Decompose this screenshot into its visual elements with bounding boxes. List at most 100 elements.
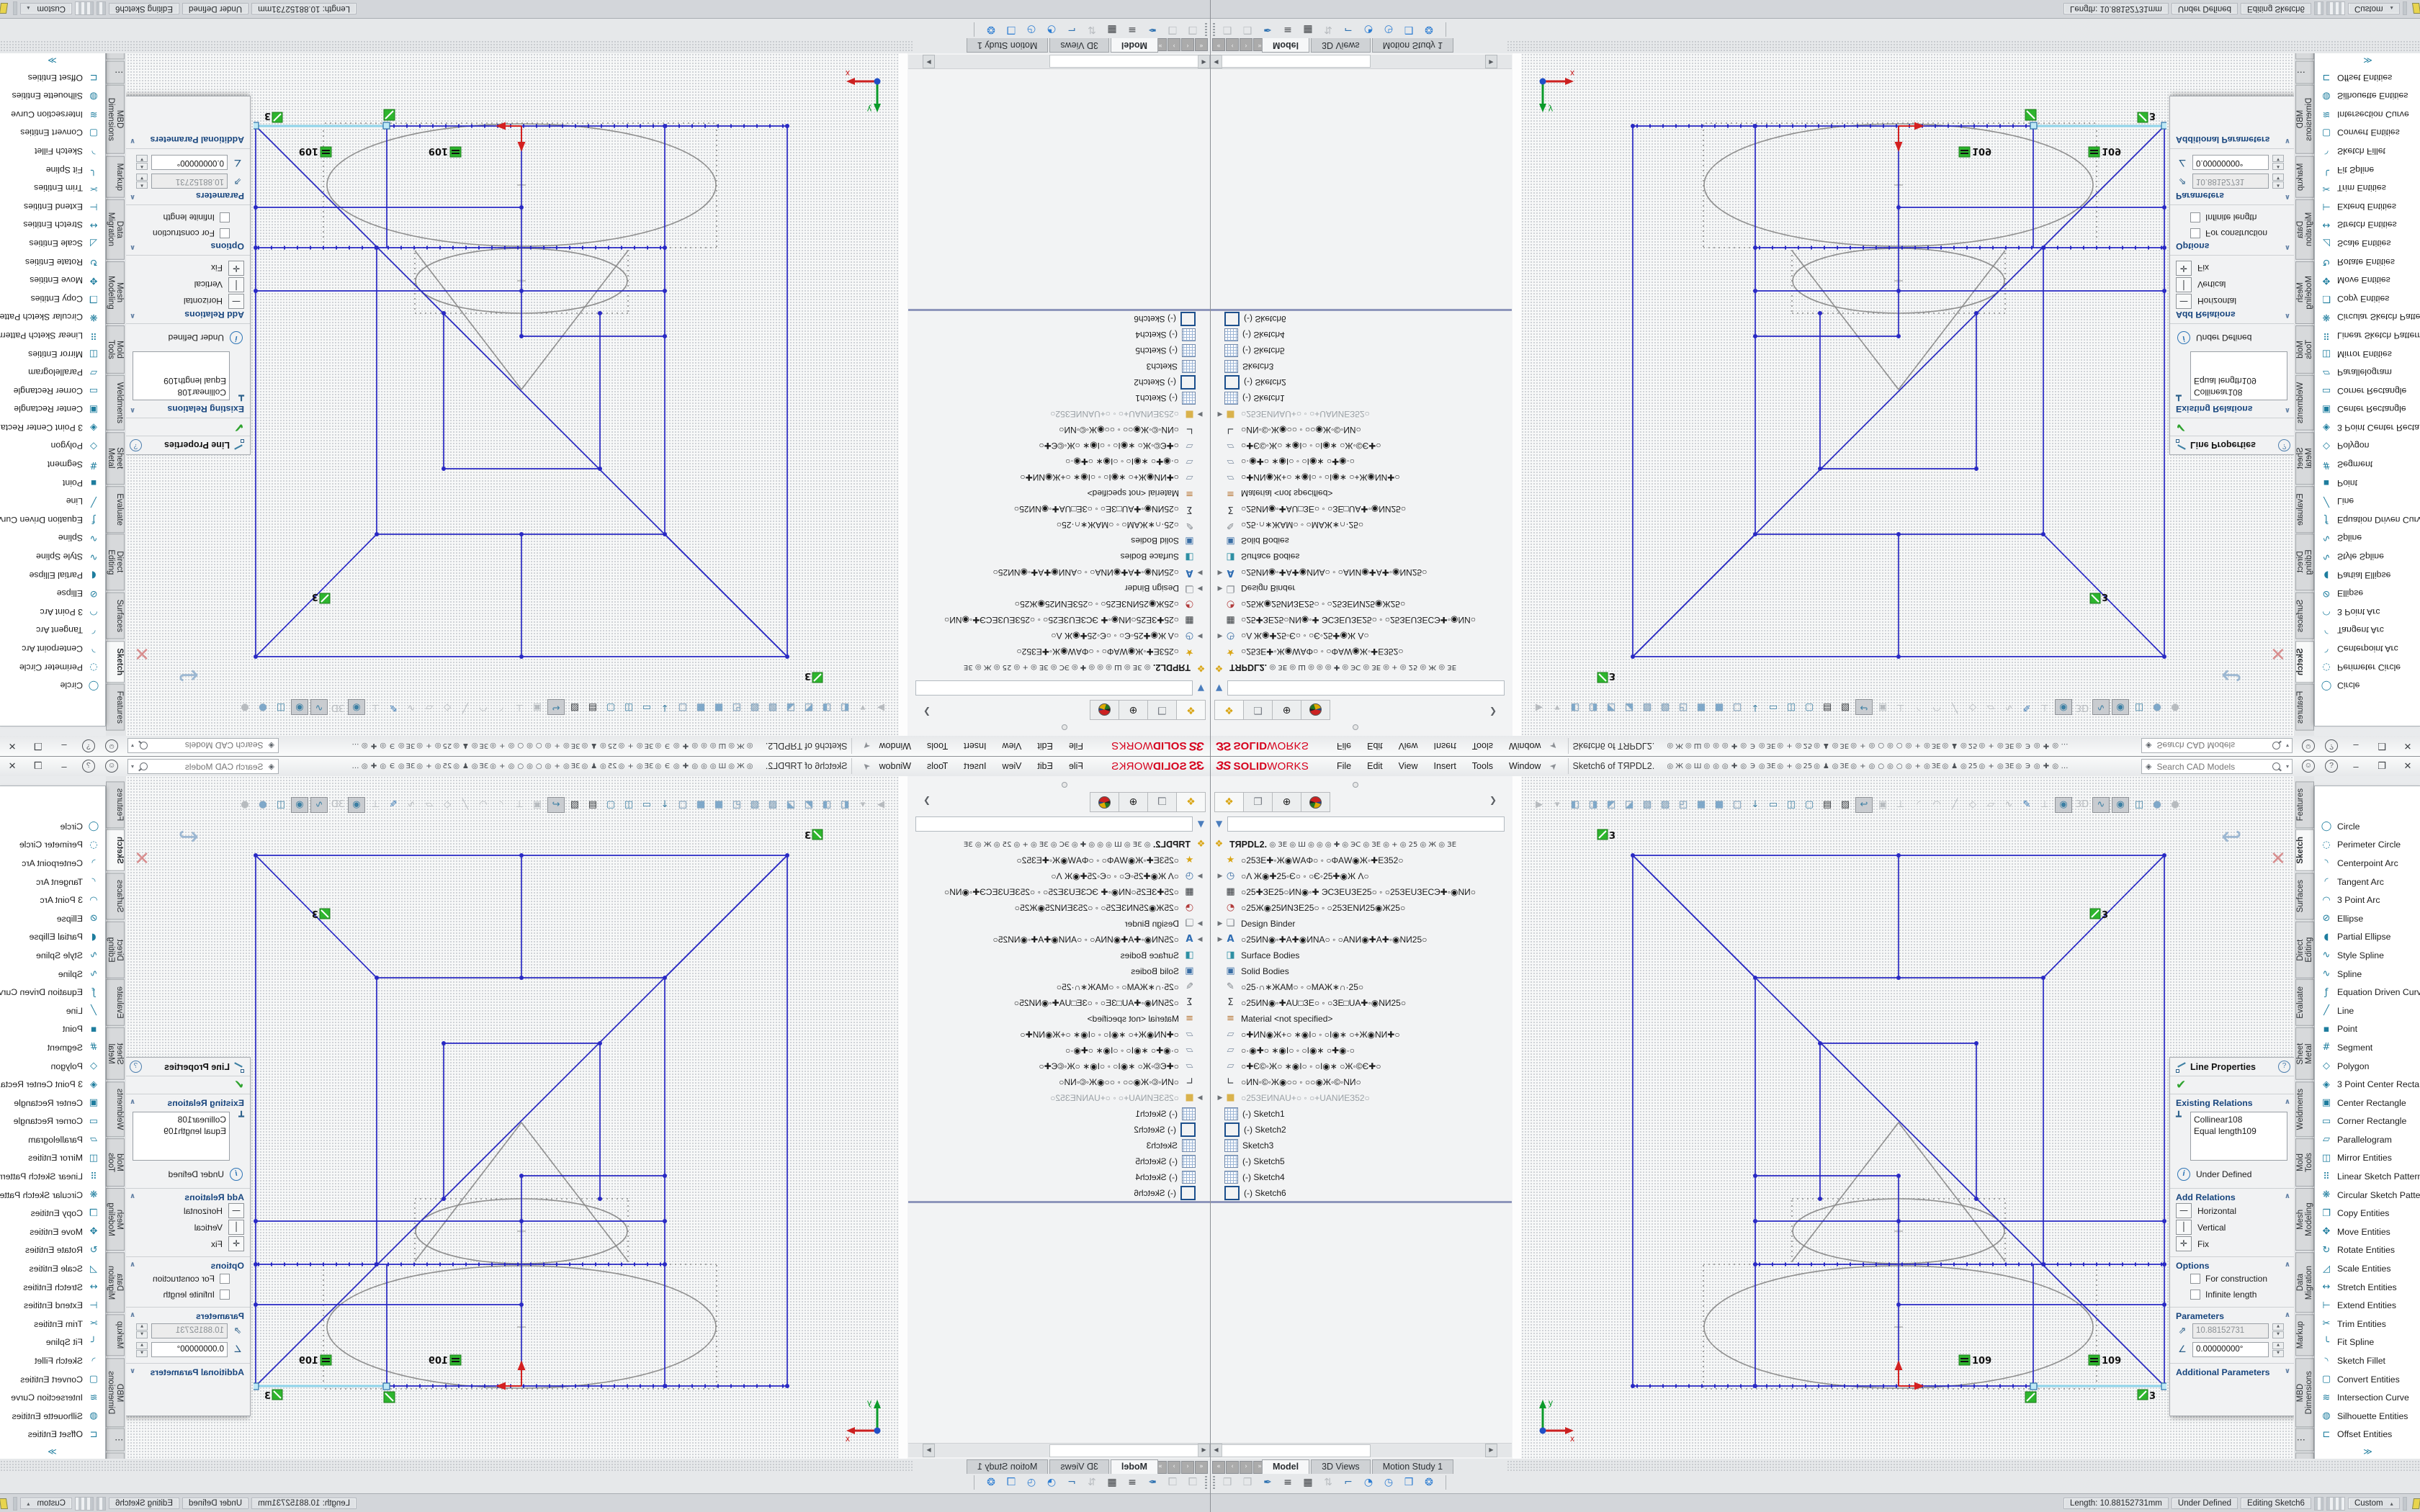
command-tab[interactable]: ⋮ — [106, 61, 125, 84]
tree-item[interactable]: ▶ ❏ Design Binder — [1210, 916, 1511, 932]
toolbar-icon[interactable]: Ш — [718, 742, 727, 750]
toolbar-icon[interactable]: ◎ — [434, 742, 443, 750]
tree-item[interactable]: Σ ○25ИN◉◦✚АU□ЗЕ○ ◦ ○ЗЕ□UА✚◦◉NИ25○ — [1210, 995, 1511, 1011]
toolbar-icon[interactable]: ◎ — [1922, 762, 1932, 770]
tree-item[interactable]: ▶ ◷ ○Λ Ж◉✚25◦Є○ ◦ ○Є◦25✚◉Ж Λ○ — [909, 868, 1210, 884]
tree-item[interactable]: ▶ ◷ ○Λ Ж◉✚25◦Є○ ◦ ○Є◦25✚◉Ж Λ○ — [1210, 868, 1511, 884]
panel-splitter-handle[interactable] — [1210, 720, 1512, 736]
pin-icon[interactable]: ➤ — [860, 760, 872, 772]
scrollbar-thumb[interactable] — [1222, 55, 1371, 68]
more-tools-icon[interactable]: ≫ — [0, 1446, 105, 1457]
tool-menu-item[interactable]: ◈ 3 Point Center Recta... — [0, 418, 105, 437]
length-field[interactable]: 10.88152731 — [2192, 1323, 2269, 1338]
toolbar-icon[interactable]: + — [552, 742, 562, 750]
tree-item[interactable]: (-) Sketch4 — [909, 327, 1210, 343]
command-tab[interactable]: Direct Editing — [106, 534, 125, 591]
add-relation-button[interactable]: ✛ Fix — [130, 260, 244, 276]
panel-expand-icon[interactable]: ❯ — [1489, 707, 1497, 717]
toolbar-icon[interactable]: ✚ — [681, 742, 691, 750]
toolbar-icon[interactable]: ЗЕ — [1932, 742, 1941, 750]
tool-menu-item[interactable]: ◍ Silhouette Entities — [0, 86, 105, 105]
panel-expand-icon[interactable]: ❯ — [1489, 795, 1497, 805]
toolbar-icon[interactable]: ◎ — [690, 742, 699, 750]
tool-menu-item[interactable]: ▪ Point — [2315, 1020, 2420, 1039]
toolbar-icon[interactable]: ◎ — [1794, 742, 1803, 750]
bottom-toolbar-icon[interactable]: ⌐ — [1064, 1477, 1080, 1488]
toolbar-icon[interactable]: ◎ — [1775, 762, 1785, 770]
bottom-toolbar-icon[interactable]: ✒ — [1144, 24, 1160, 35]
menu-item[interactable]: View — [1391, 737, 1426, 756]
toolbar-icon[interactable]: ◎ — [1849, 762, 1858, 770]
toolbar-icon[interactable]: ◎ — [1959, 742, 1968, 750]
menu-item[interactable]: View — [994, 757, 1029, 776]
toolbar-icon[interactable]: + — [552, 762, 562, 770]
bottom-toolbar-icon[interactable]: ⇅ — [1084, 24, 1100, 35]
bottom-toolbar-icon[interactable]: ≡ — [1280, 24, 1296, 35]
tool-menu-item[interactable]: ✥ Move Entities — [0, 271, 105, 289]
toolbar-icon[interactable]: 25 — [1803, 742, 1813, 750]
section-parameters[interactable]: Parameters∧ — [130, 1311, 244, 1321]
command-tab[interactable]: Data Migration — [2295, 199, 2314, 260]
bottom-toolbar-icon[interactable]: ❒ — [1240, 1477, 1255, 1488]
tree-item[interactable]: (-) Sketch1 — [909, 1106, 1210, 1122]
menu-item[interactable]: Edit — [1029, 757, 1061, 776]
tab-nav-button[interactable]: ‹ — [1181, 1461, 1194, 1474]
help-icon[interactable]: ? — [2278, 1061, 2290, 1073]
menu-item[interactable]: Window — [1501, 737, 1549, 756]
tool-menu-item[interactable]: ◜ Tangent Arc — [2315, 621, 2420, 640]
toolbar-icon[interactable]: Э — [663, 762, 672, 770]
toolbar-icon[interactable]: ◎ — [581, 762, 590, 770]
tree-root[interactable]: ❖ TЯPDL2. ◎ ЗЕ ◎ Ш ◎ ◎ ◎ ✚ ◎ ЭС ◎ ЗЕ ◎ +… — [1210, 837, 1511, 852]
tree-item[interactable]: ≡ Material <not specified> — [1210, 1011, 1511, 1027]
toolbar-icon[interactable]: ♟ — [1821, 762, 1831, 770]
scroll-right-icon[interactable]: ▶ — [923, 1444, 935, 1457]
section-options[interactable]: Options∧ — [2176, 1261, 2290, 1271]
tool-menu-item[interactable]: ∿ Spline — [0, 965, 105, 984]
help-icon[interactable]: ? — [2325, 739, 2338, 752]
bottom-toolbar-icon[interactable]: ❒ — [1401, 1477, 1417, 1488]
tool-menu-item[interactable]: ◝ Sketch Fillet — [0, 1351, 105, 1370]
tree-item[interactable]: Σ ○25ИN◉◦✚АU□ЗЕ○ ◦ ○ЗЕ□UА✚◦◉NИ25○ — [1210, 501, 1511, 517]
checkbox[interactable] — [2190, 1274, 2200, 1284]
search-input[interactable] — [2155, 761, 2272, 773]
command-tab[interactable]: Markup — [106, 156, 125, 197]
tree-item[interactable]: ★ ○253Е✚◦Ж◉WАΦ○ ◦ ○ΦАW◉Ж◦✚Е352○ — [1210, 852, 1511, 868]
tree-item[interactable]: ▶ A ○25ИN◉◦✚А✚◉ИNА○ ◦ ○АNИ◉✚А✚◦◉NИ25○ — [909, 932, 1210, 948]
length-stepper[interactable]: ▲▼ — [2272, 174, 2284, 189]
toolbar-icon[interactable]: ♟ — [589, 762, 599, 770]
rollback-bar[interactable] — [1210, 309, 1512, 311]
toolbar-icon[interactable]: ○ — [1895, 762, 1904, 770]
tool-menu-item[interactable]: ƒ Equation Driven Curve — [0, 983, 105, 1002]
tree-item[interactable]: ≡ Material <not specified> — [909, 1011, 1210, 1027]
toolbar-icon[interactable]: ◎ — [488, 762, 498, 770]
toolbar-icon[interactable]: ✚ — [369, 742, 379, 750]
tab-nav-button[interactable]: « — [1212, 1461, 1225, 1474]
tool-menu-item[interactable]: ▱ Parallelogram — [2315, 1130, 2420, 1149]
tool-menu-item[interactable]: ✂ Trim Entities — [0, 179, 105, 197]
command-tab[interactable]: MBD Dimensions — [2295, 85, 2314, 154]
toolbar-icon[interactable]: ◎ — [1711, 742, 1721, 750]
search-icon[interactable] — [2272, 742, 2280, 750]
toolbar-icon[interactable]: ЗЕ — [479, 762, 488, 770]
cancel-sketch-icon[interactable]: ✕ — [134, 642, 150, 664]
tree-item[interactable]: Sketch3 — [909, 1138, 1210, 1153]
search-box[interactable]: ◈ ▾ — [2141, 759, 2293, 774]
tool-menu-item[interactable]: ∿ Spline — [2315, 965, 2420, 984]
tree-item[interactable]: ▱ ○✚Є©◦Ж○ ∗◉I○ ◦ ○I◉∗ ○Ж◦©Є✚○ — [909, 1058, 1210, 1074]
section-existing-relations[interactable]: Existing Relations∧ — [2176, 404, 2290, 414]
tree-item[interactable]: Σ ○25ИN◉◦✚АU□ЗЕ○ ◦ ○ЗЕ□UА✚◦◉NИ25○ — [909, 995, 1210, 1011]
tree-item[interactable]: ▱ ○✚Є©◦Ж○ ∗◉I○ ◦ ○I◉∗ ○Ж◦©Є✚○ — [1210, 1058, 1511, 1074]
menu-item[interactable]: Tools — [919, 737, 956, 756]
toolbar-icon[interactable]: ЗЕ — [406, 742, 416, 750]
toolbar-icon[interactable]: … — [2060, 762, 2069, 770]
tree-item[interactable]: ◨ Surface Bodies — [1210, 549, 1511, 564]
toolbar-icon[interactable]: Ж — [1675, 742, 1684, 750]
checkbox[interactable] — [220, 1290, 230, 1300]
option-row[interactable]: For construction — [130, 225, 244, 241]
tool-menu-item[interactable]: ◝ Sketch Fillet — [2315, 1351, 2420, 1370]
sketch-canvas[interactable]: y x 3 3 3 109 109 — [1521, 53, 2166, 733]
tool-menu-item[interactable]: ◯ Circle — [2315, 817, 2420, 836]
section-parameters[interactable]: Parameters∧ — [2176, 1311, 2290, 1321]
toolbar-icon[interactable]: + — [1913, 742, 1922, 750]
menu-item[interactable]: View — [1391, 757, 1426, 776]
